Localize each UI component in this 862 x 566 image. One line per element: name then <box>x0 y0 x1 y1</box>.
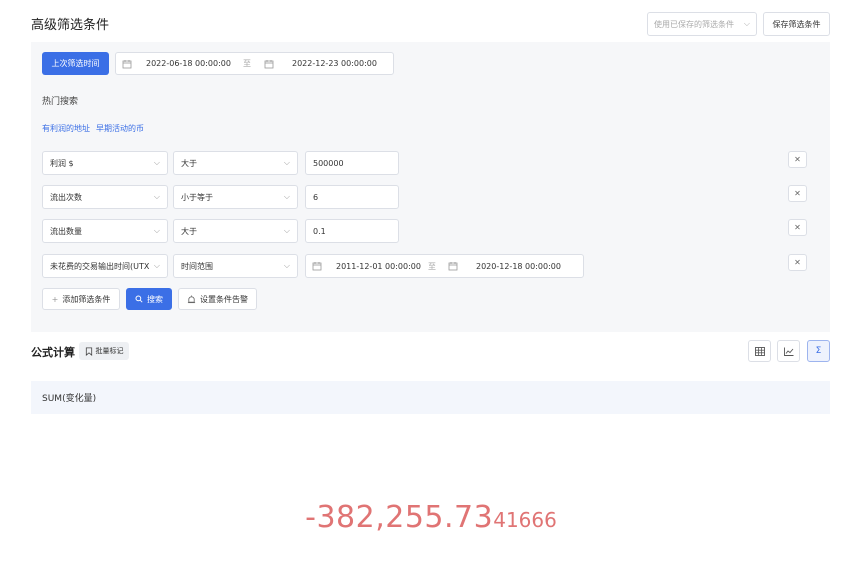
condition-field-select[interactable]: 流出数量 ⌵ <box>42 219 168 243</box>
formula-result-main: -382,255.73 <box>305 500 494 535</box>
condition-value-input[interactable]: 6 <box>305 185 399 209</box>
condition-field-select[interactable]: 流出次数 ⌵ <box>42 185 168 209</box>
condition-operator-select[interactable]: 小于等于 ⌵ <box>173 185 298 209</box>
condition-field-label: 流出数量 <box>50 226 82 236</box>
close-icon: ✕ <box>794 155 801 164</box>
condition-operator-select[interactable]: 大于 ⌵ <box>173 151 298 175</box>
condition-field-label: 流出次数 <box>50 192 82 202</box>
calendar-icon <box>448 262 458 271</box>
condition-operator-select[interactable]: 时间范围 ⌵ <box>173 254 298 278</box>
condition-field-select[interactable]: 利润 $ ⌵ <box>42 151 168 175</box>
condition-value-input[interactable]: 500000 <box>305 151 399 175</box>
sigma-icon: Σ <box>815 346 822 356</box>
add-condition-button[interactable]: + 添加筛选条件 <box>42 288 120 310</box>
date-range-picker[interactable]: 2022-06-18 00:00:00 至 2022-12-23 00:00:0… <box>115 52 394 75</box>
search-icon <box>135 295 143 303</box>
alarm-icon <box>187 294 196 303</box>
chevron-down-icon: ⌵ <box>283 261 290 270</box>
close-icon: ✕ <box>794 258 801 267</box>
condition-value-input[interactable]: 0.1 <box>305 219 399 243</box>
batch-tag-label: 批量标记 <box>95 347 124 355</box>
close-icon: ✕ <box>794 223 801 232</box>
condition-operator-select[interactable]: 大于 ⌵ <box>173 219 298 243</box>
page-title: 高级筛选条件 <box>31 18 110 33</box>
calendar-icon <box>312 262 322 271</box>
range-start: 2011-12-01 00:00:00 <box>336 261 421 271</box>
hot-search-links: 有利润的地址 早期活动的币 <box>42 123 144 134</box>
hot-search-title: 热门搜索 <box>42 97 79 107</box>
chevron-down-icon: ⌵ <box>153 261 160 270</box>
formula-title: 公式计算 <box>31 346 75 359</box>
calendar-icon <box>264 59 274 68</box>
condition-time-range-picker[interactable]: 2011-12-01 00:00:00 至 2020-12-18 00:00:0… <box>305 254 584 278</box>
remove-condition-button[interactable]: ✕ <box>788 151 807 168</box>
line-chart-icon <box>783 347 793 356</box>
search-label: 搜索 <box>147 294 163 304</box>
bookmark-icon <box>85 346 92 356</box>
add-condition-label: 添加筛选条件 <box>62 294 111 304</box>
set-alert-button[interactable]: 设置条件告警 <box>178 288 257 310</box>
range-end: 2020-12-18 00:00:00 <box>476 261 561 271</box>
set-alert-label: 设置条件告警 <box>200 294 248 304</box>
formula-result-tail: 41666 <box>493 508 557 532</box>
condition-field-select[interactable]: 未花费的交易输出时间(UTX( ⌵ <box>42 254 168 278</box>
date-separator: 至 <box>243 59 251 68</box>
remove-condition-button[interactable]: ✕ <box>788 219 807 236</box>
range-separator: 至 <box>428 261 436 271</box>
chevron-down-icon: ⌵ <box>153 158 160 167</box>
saved-filter-placeholder: 使用已保存的筛选条件 <box>654 19 734 29</box>
condition-field-label: 未花费的交易输出时间(UTX( <box>50 261 150 271</box>
condition-operator-label: 时间范围 <box>181 261 213 271</box>
hot-link-early-coins[interactable]: 早期活动的币 <box>96 123 144 134</box>
chevron-down-icon: ⌵ <box>743 19 750 28</box>
chevron-down-icon: ⌵ <box>153 226 160 235</box>
chevron-down-icon: ⌵ <box>153 192 160 201</box>
batch-tag-button[interactable]: 批量标记 <box>79 342 129 360</box>
saved-filter-select[interactable]: 使用已保存的筛选条件 ⌵ <box>647 12 757 36</box>
condition-field-label: 利润 $ <box>50 158 74 168</box>
chart-view-button[interactable] <box>777 340 800 362</box>
calendar-icon <box>122 59 132 68</box>
sum-view-button[interactable]: Σ <box>807 340 830 362</box>
hot-link-profitable-address[interactable]: 有利润的地址 <box>42 123 90 134</box>
date-start: 2022-06-18 00:00:00 <box>146 59 231 68</box>
remove-condition-button[interactable]: ✕ <box>788 254 807 271</box>
close-icon: ✕ <box>794 189 801 198</box>
table-icon <box>754 346 765 356</box>
formula-expression[interactable]: SUM(变化量) <box>31 381 830 414</box>
condition-operator-label: 大于 <box>181 158 197 168</box>
date-end: 2022-12-23 00:00:00 <box>292 59 377 68</box>
table-view-button[interactable] <box>748 340 771 362</box>
condition-operator-label: 大于 <box>181 226 197 236</box>
plus-icon: + <box>51 294 59 304</box>
chevron-down-icon: ⌵ <box>283 226 290 235</box>
save-filter-button[interactable]: 保存筛选条件 <box>763 12 830 36</box>
search-button[interactable]: 搜索 <box>126 288 172 310</box>
chevron-down-icon: ⌵ <box>283 192 290 201</box>
chevron-down-icon: ⌵ <box>283 158 290 167</box>
remove-condition-button[interactable]: ✕ <box>788 185 807 202</box>
last-filter-time-button[interactable]: 上次筛选时间 <box>42 52 109 75</box>
condition-operator-label: 小于等于 <box>181 192 213 202</box>
formula-result: -382,255.7341666 <box>0 500 862 535</box>
